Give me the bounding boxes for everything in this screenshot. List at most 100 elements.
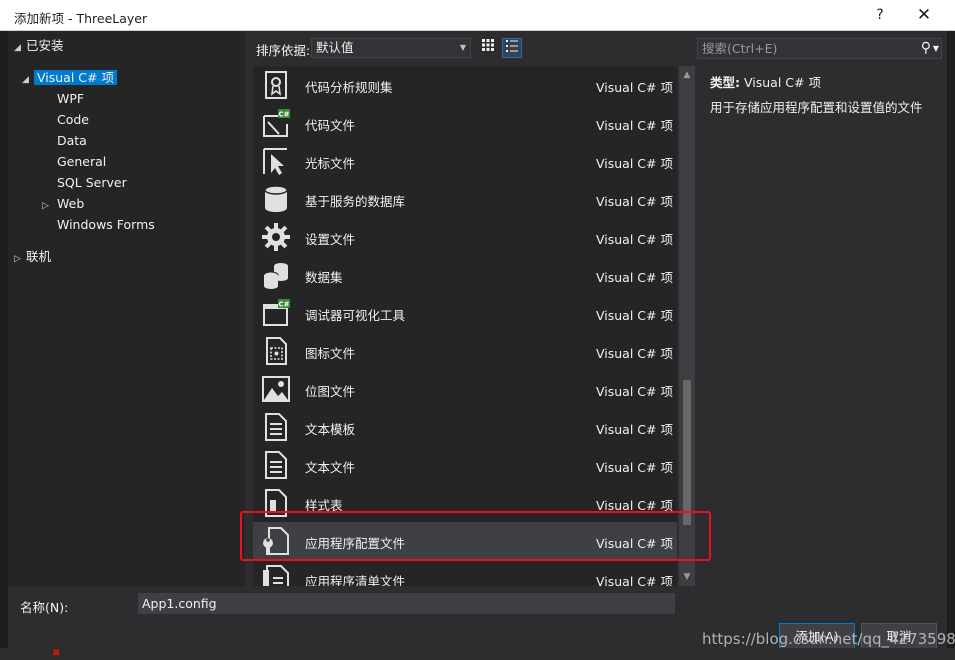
- item-type: Visual C# 项: [596, 270, 673, 285]
- list-view-icon: [506, 40, 518, 52]
- template-tree: ◢ 已安装 ◢ Visual C# 项 WPF Code Data General …: [8, 31, 245, 586]
- grid-view-icon: [482, 39, 494, 51]
- description-type-label: 类型:: [710, 75, 740, 90]
- list-item[interactable]: C# 调试器可视化工具 Visual C# 项: [253, 294, 677, 332]
- tree-node-label: Web: [57, 196, 85, 211]
- list-item[interactable]: 文本模板 Visual C# 项: [253, 408, 677, 446]
- item-name: 应用程序配置文件: [305, 536, 406, 551]
- list-scrollbar[interactable]: ▲ ▼: [679, 66, 695, 586]
- bitmap-icon: [262, 376, 290, 402]
- window-title: 添加新项 - ThreeLayer: [14, 11, 148, 26]
- debugger-visualizer-icon: C#: [263, 299, 290, 326]
- item-name: 数据集: [305, 270, 343, 285]
- item-name: 文本文件: [305, 460, 356, 475]
- sort-value: 默认值: [316, 40, 354, 55]
- sort-select[interactable]: 默认值 ▼: [311, 38, 471, 58]
- tree-node-wpf[interactable]: WPF: [57, 89, 84, 109]
- tree-node-visual-csharp[interactable]: ◢ Visual C# 项: [22, 68, 117, 88]
- item-type: Visual C# 项: [596, 498, 673, 513]
- list-item[interactable]: 设置文件 Visual C# 项: [253, 218, 677, 256]
- item-name: 调试器可视化工具: [305, 308, 406, 323]
- expand-arrow-icon[interactable]: ◢: [22, 70, 34, 90]
- tree-node-general[interactable]: General: [57, 152, 106, 172]
- list-item[interactable]: 代码分析规则集 Visual C# 项: [253, 66, 677, 104]
- svg-text:C#: C#: [278, 301, 289, 309]
- list-item[interactable]: 图标文件 Visual C# 项: [253, 332, 677, 370]
- watermark: https://blog.csdn.net/qq_42735982: [702, 630, 955, 648]
- ruleset-icon: [265, 71, 287, 99]
- item-name: 基于服务的数据库: [305, 194, 406, 209]
- item-type: Visual C# 项: [596, 536, 673, 551]
- icon-file-icon: [266, 337, 287, 365]
- text-file-icon: [265, 451, 287, 479]
- item-name: 代码分析规则集: [305, 80, 393, 95]
- item-type: Visual C# 项: [596, 118, 673, 133]
- grid-view-button[interactable]: [478, 38, 498, 58]
- list-item[interactable]: 基于服务的数据库 Visual C# 项: [253, 180, 677, 218]
- chevron-down-icon[interactable]: ▼: [933, 39, 939, 58]
- close-button[interactable]: ✕: [904, 2, 944, 28]
- taskbar-strip: ✖: [0, 648, 955, 660]
- item-type: Visual C# 项: [596, 232, 673, 247]
- description-type-value: Visual C# 项: [743, 75, 821, 90]
- description-type: 类型: Visual C# 项: [710, 72, 821, 91]
- list-item[interactable]: 位图文件 Visual C# 项: [253, 370, 677, 408]
- item-name: 图标文件: [305, 346, 356, 361]
- name-label: 名称(N):: [20, 600, 69, 615]
- tree-node-label: 已安装: [26, 38, 64, 53]
- tree-node-code[interactable]: Code: [57, 110, 89, 130]
- scroll-up-icon[interactable]: ▲: [679, 68, 695, 82]
- chevron-down-icon: ▼: [459, 43, 466, 52]
- dataset-icon: [263, 263, 288, 289]
- title-bar: 添加新项 - ThreeLayer ? ✕: [0, 0, 955, 31]
- item-type: Visual C# 项: [596, 156, 673, 171]
- tree-node-installed[interactable]: ◢ 已安装: [14, 36, 64, 56]
- item-name: 位图文件: [305, 384, 356, 399]
- tree-node-label: Visual C# 项: [34, 70, 117, 85]
- search-input[interactable]: 搜索(Ctrl+E) ⚲ ▼: [697, 38, 942, 59]
- text-template-icon: [265, 413, 287, 441]
- scroll-down-icon[interactable]: ▼: [679, 570, 695, 584]
- list-item[interactable]: C# 代码文件 Visual C# 项: [253, 104, 677, 142]
- app-config-icon: [263, 527, 289, 555]
- list-view-button[interactable]: [502, 38, 522, 58]
- item-type: Visual C# 项: [596, 194, 673, 209]
- item-type: Visual C# 项: [596, 460, 673, 475]
- tree-node-sql-server[interactable]: SQL Server: [57, 173, 127, 193]
- collapse-arrow-icon[interactable]: ▷: [42, 196, 54, 216]
- tree-node-online[interactable]: ▷ 联机: [14, 247, 51, 267]
- description-text: 用于存储应用程序配置和设置值的文件: [710, 100, 923, 115]
- tree-node-windows-forms[interactable]: Windows Forms: [57, 215, 155, 235]
- tree-node-data[interactable]: Data: [57, 131, 87, 151]
- item-type: Visual C# 项: [596, 80, 673, 95]
- item-name: 代码文件: [305, 118, 356, 133]
- list-item[interactable]: 文本文件 Visual C# 项: [253, 446, 677, 484]
- item-type: Visual C# 项: [596, 422, 673, 437]
- help-button[interactable]: ?: [860, 2, 900, 28]
- expand-arrow-icon[interactable]: ◢: [14, 38, 26, 58]
- stylesheet-icon: [265, 489, 287, 517]
- item-type: Visual C# 项: [596, 346, 673, 361]
- tree-node-label: 联机: [26, 249, 52, 264]
- item-name: 样式表: [305, 498, 343, 513]
- collapse-arrow-icon[interactable]: ▷: [14, 249, 26, 269]
- item-name: 光标文件: [305, 156, 356, 171]
- item-name: 文本模板: [305, 422, 356, 437]
- search-placeholder: 搜索(Ctrl+E): [702, 41, 778, 56]
- tree-node-web[interactable]: ▷ Web: [42, 194, 84, 214]
- list-item[interactable]: 应用程序清单文件 Visual C# 项: [253, 560, 677, 586]
- scroll-thumb[interactable]: [683, 380, 691, 525]
- name-field[interactable]: App1.config: [138, 593, 675, 614]
- list-item[interactable]: 光标文件 Visual C# 项: [253, 142, 677, 180]
- code-file-icon: C#: [263, 109, 290, 137]
- list-item[interactable]: 数据集 Visual C# 项: [253, 256, 677, 294]
- database-icon: [264, 185, 288, 212]
- item-type: Visual C# 项: [596, 308, 673, 323]
- search-icon[interactable]: ⚲: [921, 39, 931, 58]
- item-name: 设置文件: [305, 232, 356, 247]
- left-edge: [0, 31, 8, 660]
- list-item[interactable]: 样式表 Visual C# 项: [253, 484, 677, 522]
- item-list: 代码分析规则集 Visual C# 项 C# 代码文件 Visual C# 项 …: [253, 66, 677, 586]
- list-item-selected[interactable]: 应用程序配置文件 Visual C# 项: [253, 522, 677, 560]
- settings-gear-icon: [262, 223, 290, 251]
